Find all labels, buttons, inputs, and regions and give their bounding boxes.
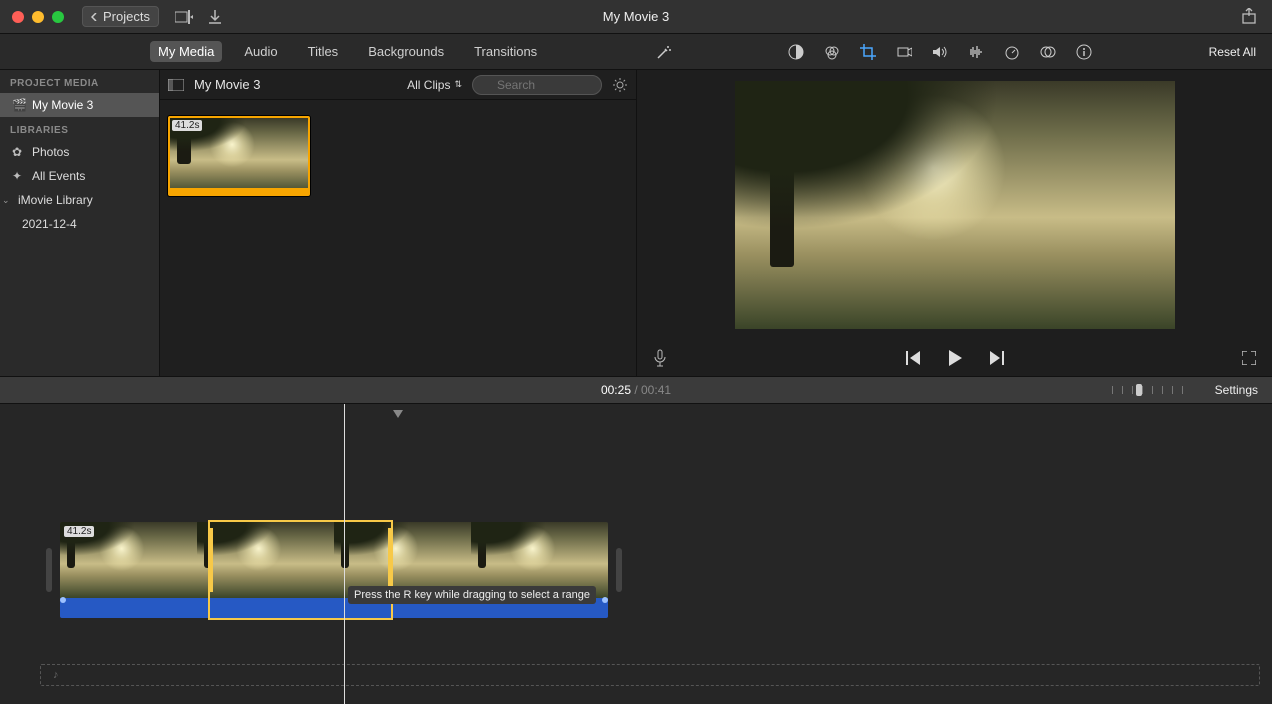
gear-icon[interactable] bbox=[612, 77, 628, 93]
tab-titles[interactable]: Titles bbox=[300, 41, 347, 62]
timeline-status-bar: 00:25 / 00:41 Settings bbox=[0, 376, 1272, 404]
projects-back-button[interactable]: Projects bbox=[82, 6, 159, 27]
tab-transitions[interactable]: Transitions bbox=[466, 41, 545, 62]
volume-icon[interactable] bbox=[932, 45, 948, 59]
window-title: My Movie 3 bbox=[603, 9, 669, 24]
adjustments-toolbar: Reset All bbox=[640, 34, 1272, 70]
dropdown-arrows-icon: ⇅ bbox=[454, 79, 462, 90]
crop-icon[interactable] bbox=[860, 44, 876, 60]
prev-frame-button[interactable] bbox=[906, 351, 922, 365]
viewer-panel bbox=[637, 70, 1272, 376]
video-preview[interactable] bbox=[735, 81, 1175, 329]
sidebar-photos-label: Photos bbox=[32, 145, 69, 159]
timeline-clip-duration-badge: 41.2s bbox=[64, 526, 94, 537]
zoom-knob[interactable] bbox=[1136, 384, 1142, 396]
tab-audio[interactable]: Audio bbox=[236, 41, 285, 62]
stabilization-icon[interactable] bbox=[896, 45, 912, 59]
current-time: 00:25 bbox=[601, 383, 631, 397]
browser-toolbar: My Movie 3 All Clips ⇅ 🔍 bbox=[160, 70, 636, 100]
play-button[interactable] bbox=[946, 349, 964, 367]
sidebar-item-photos[interactable]: ✿ Photos bbox=[0, 140, 159, 164]
time-separator: / bbox=[631, 383, 641, 397]
tab-backgrounds[interactable]: Backgrounds bbox=[360, 41, 452, 62]
timecode-display: 00:25 / 00:41 bbox=[601, 383, 671, 397]
minimize-window-button[interactable] bbox=[32, 11, 44, 23]
library-sidebar: PROJECT MEDIA 🎬 My Movie 3 LIBRARIES ✿ P… bbox=[0, 70, 160, 376]
titlebar: Projects My Movie 3 bbox=[0, 0, 1272, 34]
timeline[interactable]: 41.2s Press the R key while dragging to … bbox=[0, 404, 1272, 704]
search-input[interactable] bbox=[472, 75, 602, 95]
import-media-icon[interactable] bbox=[175, 10, 193, 24]
viewer-canvas bbox=[637, 70, 1272, 340]
clip-trim-handle-right[interactable] bbox=[616, 548, 622, 592]
libraries-heading: LIBRARIES bbox=[0, 117, 159, 140]
noise-reduction-icon[interactable] bbox=[968, 45, 984, 59]
sidebar-item-all-events[interactable]: ✦ All Events bbox=[0, 164, 159, 188]
info-icon[interactable] bbox=[1076, 44, 1092, 60]
tab-my-media[interactable]: My Media bbox=[150, 41, 222, 62]
media-clip-thumbnail[interactable]: 41.2s bbox=[168, 116, 310, 196]
color-balance-icon[interactable] bbox=[788, 44, 804, 60]
sidebar-item-project[interactable]: 🎬 My Movie 3 bbox=[0, 93, 159, 117]
timeline-settings-button[interactable]: Settings bbox=[1215, 383, 1258, 397]
browser-title: My Movie 3 bbox=[194, 77, 397, 92]
playhead[interactable] bbox=[344, 404, 345, 704]
clips-filter-label: All Clips bbox=[407, 78, 450, 92]
sidebar-event-label: 2021-12-4 bbox=[22, 217, 77, 231]
window-controls bbox=[0, 11, 64, 23]
range-tooltip: Press the R key while dragging to select… bbox=[348, 586, 596, 604]
fullscreen-window-button[interactable] bbox=[52, 11, 64, 23]
sidebar-all-events-label: All Events bbox=[32, 169, 85, 183]
sidebar-item-event[interactable]: 2021-12-4 bbox=[0, 212, 159, 236]
browser-body: 41.2s bbox=[160, 100, 636, 376]
next-frame-button[interactable] bbox=[988, 351, 1004, 365]
sidebar-toggle-icon[interactable] bbox=[168, 79, 184, 91]
media-browser: My Movie 3 All Clips ⇅ 🔍 41.2s bbox=[160, 70, 637, 376]
range-marker-icon[interactable] bbox=[393, 410, 403, 418]
music-note-icon: ♪ bbox=[53, 669, 59, 681]
project-media-heading: PROJECT MEDIA bbox=[0, 70, 159, 93]
share-icon[interactable] bbox=[1242, 8, 1256, 24]
photos-flower-icon: ✿ bbox=[12, 145, 22, 159]
sidebar-imovie-library-label: iMovie Library bbox=[18, 193, 93, 207]
close-window-button[interactable] bbox=[12, 11, 24, 23]
total-time: 00:41 bbox=[641, 383, 671, 397]
main-area: PROJECT MEDIA 🎬 My Movie 3 LIBRARIES ✿ P… bbox=[0, 70, 1272, 376]
reset-all-button[interactable]: Reset All bbox=[1209, 45, 1256, 59]
speed-icon[interactable] bbox=[1004, 44, 1020, 60]
sidebar-project-label: My Movie 3 bbox=[32, 98, 93, 112]
voiceover-mic-icon[interactable] bbox=[653, 349, 667, 367]
clip-duration-badge: 41.2s bbox=[172, 120, 202, 131]
fullscreen-icon[interactable] bbox=[1242, 351, 1256, 365]
background-music-well[interactable]: ♪ bbox=[40, 664, 1260, 686]
clip-filter-icon[interactable] bbox=[1040, 44, 1056, 60]
star-icon: ✦ bbox=[12, 169, 22, 183]
chevron-down-icon[interactable]: ⌄ bbox=[2, 195, 10, 206]
enhance-wand-icon[interactable] bbox=[656, 44, 672, 60]
clip-trim-handle-left[interactable] bbox=[46, 548, 52, 592]
download-icon[interactable] bbox=[209, 10, 221, 24]
viewer-controls bbox=[637, 340, 1272, 376]
color-correction-icon[interactable] bbox=[824, 44, 840, 60]
clips-filter-dropdown[interactable]: All Clips ⇅ bbox=[407, 78, 462, 92]
zoom-slider[interactable] bbox=[1112, 384, 1192, 396]
clip-audio-strip bbox=[170, 188, 308, 194]
clapperboard-icon: 🎬 bbox=[12, 98, 27, 112]
projects-back-label: Projects bbox=[103, 9, 150, 24]
sidebar-item-imovie-library[interactable]: ⌄ iMovie Library bbox=[0, 188, 159, 212]
